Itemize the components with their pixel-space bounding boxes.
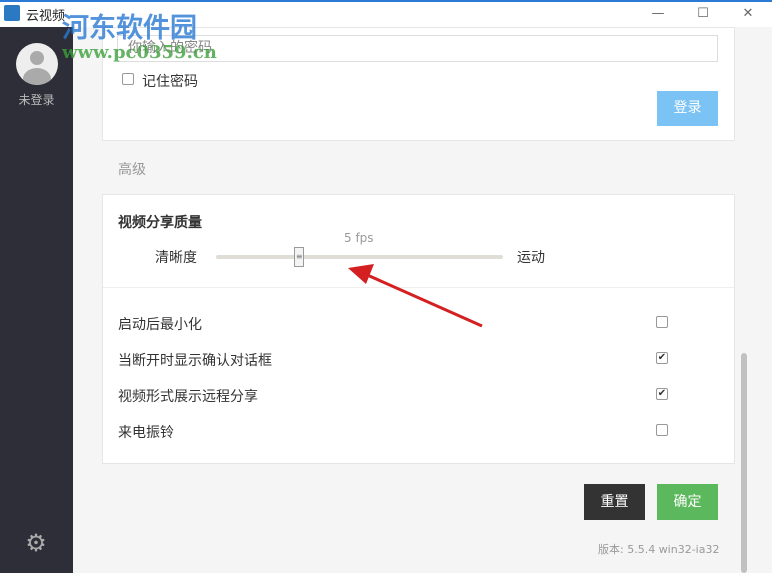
option-checkbox[interactable]: ✔ [656, 388, 668, 400]
annotation-arrow [348, 264, 483, 328]
option-checkbox[interactable]: ✔ [656, 352, 668, 364]
section-title-advanced: 高级 [118, 162, 146, 178]
scrollbar[interactable] [741, 353, 747, 573]
maximize-button[interactable]: ☐ [688, 4, 718, 24]
fps-label: 5 fps [344, 231, 374, 245]
watermark-url: www.pc0359.cn [62, 42, 217, 63]
sidebar: 未登录 ⚙ [0, 27, 73, 573]
app-icon [4, 5, 20, 21]
quality-right-label: 运动 [517, 250, 545, 266]
close-button[interactable]: ✕ [733, 4, 763, 24]
option-label: 当断开时显示确认对话框 [118, 353, 272, 369]
avatar[interactable] [16, 43, 58, 85]
login-status[interactable]: 未登录 [0, 91, 73, 108]
quality-slider-track[interactable] [216, 255, 503, 259]
watermark-logo: 河东软件园 [62, 13, 197, 44]
option-checkbox[interactable] [656, 316, 668, 328]
option-checkbox[interactable] [656, 424, 668, 436]
window-title: 云视频 [26, 9, 66, 24]
option-label: 启动后最小化 [118, 317, 202, 333]
quality-title: 视频分享质量 [118, 215, 202, 231]
minimize-button[interactable]: — [643, 4, 673, 24]
reset-button[interactable]: 重置 [584, 484, 645, 520]
remember-password-label: 记住密码 [142, 74, 198, 90]
login-button[interactable]: 登录 [657, 91, 718, 126]
ok-button[interactable]: 确定 [657, 484, 718, 520]
option-label: 来电振铃 [118, 425, 174, 441]
quality-slider-thumb[interactable]: ≡ [294, 247, 305, 267]
quality-left-label: 清晰度 [155, 250, 197, 266]
gear-icon[interactable]: ⚙ [24, 531, 48, 555]
remember-password-checkbox[interactable] [122, 73, 134, 85]
version-label: 版本: 5.5.4 win32-ia32 [598, 543, 720, 556]
option-label: 视频形式展示远程分享 [118, 389, 258, 405]
